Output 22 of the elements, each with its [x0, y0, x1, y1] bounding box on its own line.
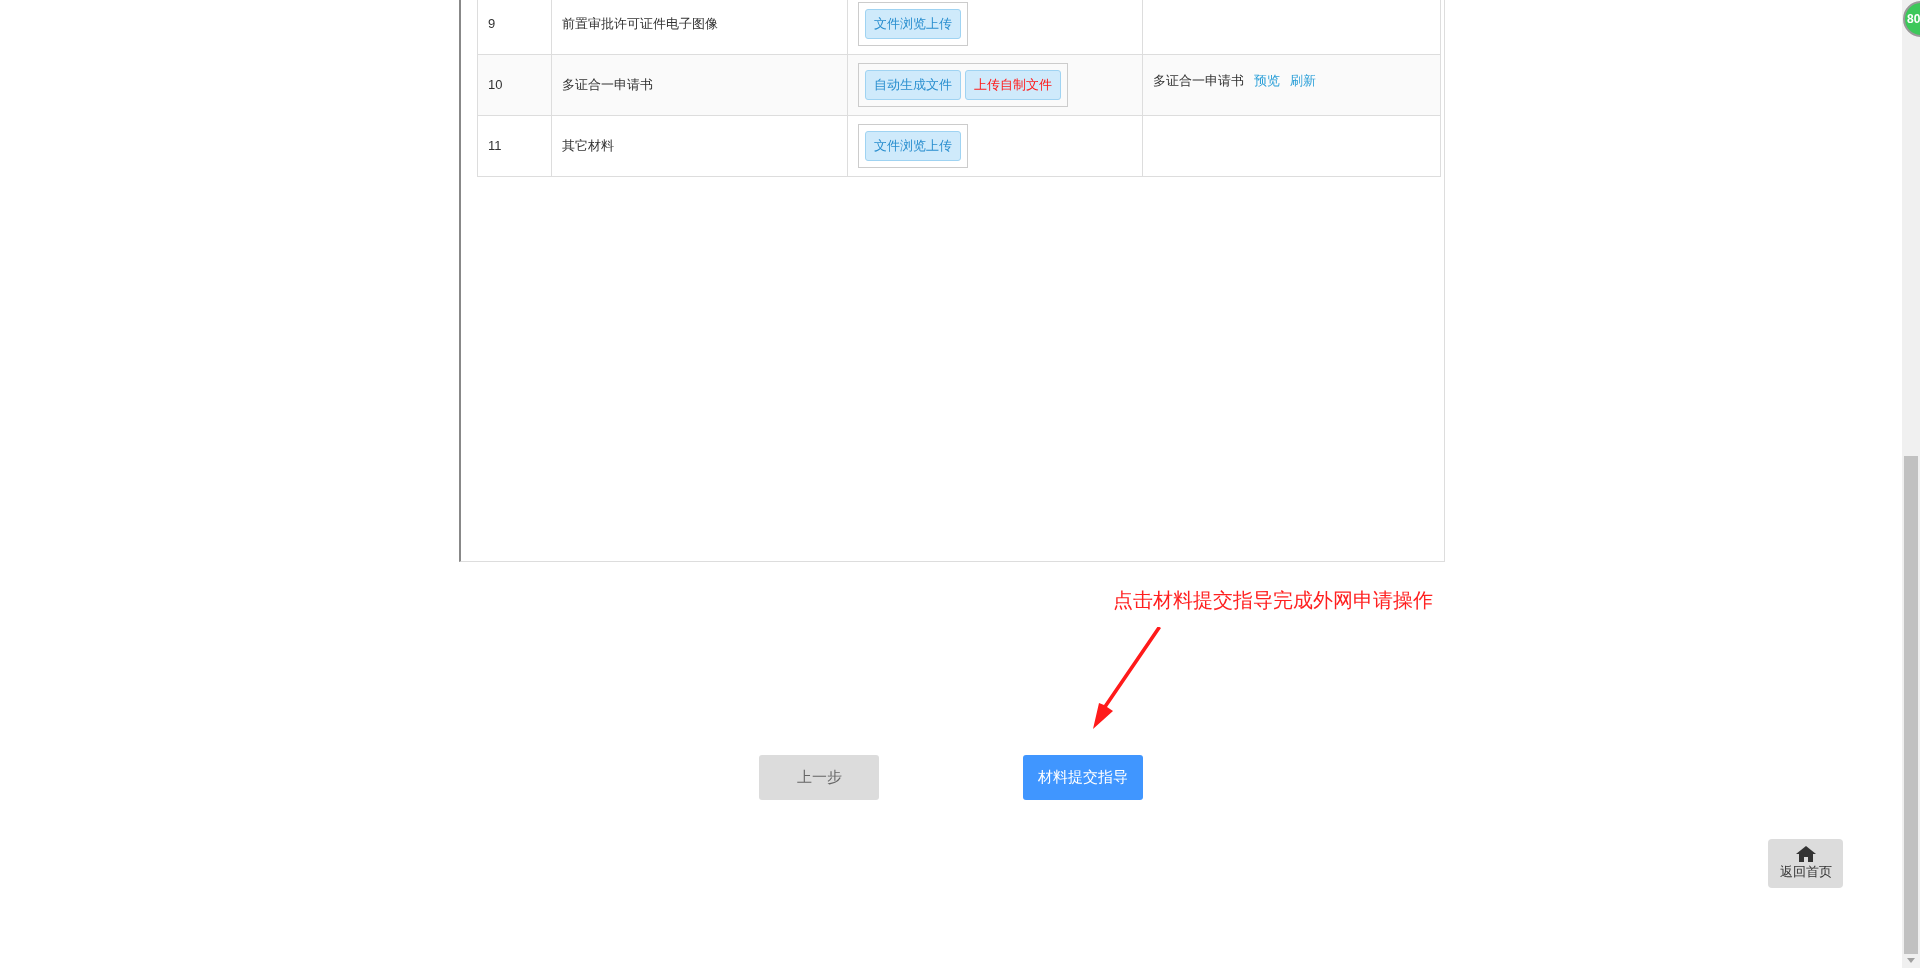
table-cell: 多证合一申请书	[551, 54, 848, 116]
scroll-down-icon[interactable]	[1907, 958, 1915, 964]
upload-button[interactable]: 文件浏览上传	[864, 131, 961, 161]
table-cell: 其它材料	[551, 115, 848, 177]
arrow-icon	[1091, 627, 1163, 731]
previous-step-button[interactable]: 上一步	[759, 755, 879, 800]
annotation-text: 点击材料提交指导完成外网申请操作	[1113, 588, 1433, 613]
table-cell: 11	[477, 115, 552, 177]
home-button[interactable]: 返回首页	[1768, 839, 1843, 888]
upload-button[interactable]: 自动生成文件	[864, 70, 961, 100]
table-cell: 前置审批许可证件电子图像	[551, 0, 848, 55]
table-cell: 9	[477, 0, 552, 55]
submit-guide-button[interactable]: 材料提交指导	[1023, 755, 1143, 800]
home-icon	[1795, 845, 1816, 862]
table-cell: 10	[477, 54, 552, 116]
upload-button[interactable]: 上传自制文件	[964, 70, 1061, 100]
link[interactable]: 刷新	[1290, 71, 1317, 91]
scrollbar-thumb[interactable]	[1904, 456, 1918, 954]
link[interactable]: 预览	[1254, 71, 1281, 91]
upload-button[interactable]: 文件浏览上传	[864, 9, 961, 39]
document-name: 多证合一申请书	[1153, 72, 1245, 90]
scrollbar[interactable]	[1902, 0, 1920, 968]
